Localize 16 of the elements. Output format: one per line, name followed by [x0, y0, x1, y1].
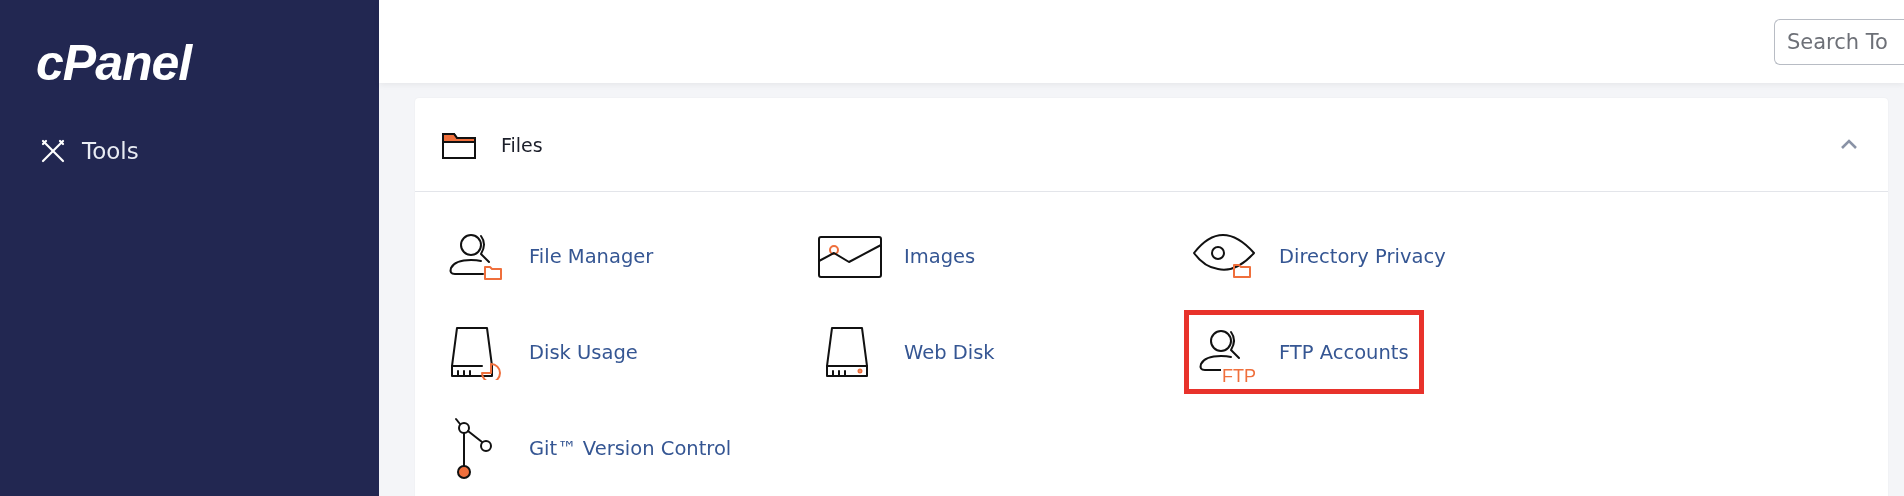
tool-link[interactable]: Git™ Version Control [434, 406, 747, 490]
tool-link[interactable]: Web Disk [809, 310, 1010, 394]
sidebar-item[interactable]: Tools [36, 138, 139, 164]
tool-link[interactable]: Images [809, 214, 991, 298]
logo[interactable]: cPanel [36, 38, 192, 88]
search-field[interactable]: Search To [1774, 18, 1904, 65]
image-icon [817, 233, 883, 279]
tool-link[interactable]: File Manager [434, 214, 669, 298]
ftp-label: FTP [1221, 367, 1257, 385]
tool-link[interactable]: Directory Privacy [1184, 214, 1461, 298]
eye-folder-icon [1192, 231, 1258, 281]
tools-icon [40, 138, 66, 164]
tool-link[interactable]: Disk Usage [434, 310, 653, 394]
collapse-icon[interactable] [1840, 139, 1858, 150]
tool-link[interactable]: FTP FTP Accounts [1184, 310, 1424, 394]
section-title: Files [501, 133, 543, 156]
